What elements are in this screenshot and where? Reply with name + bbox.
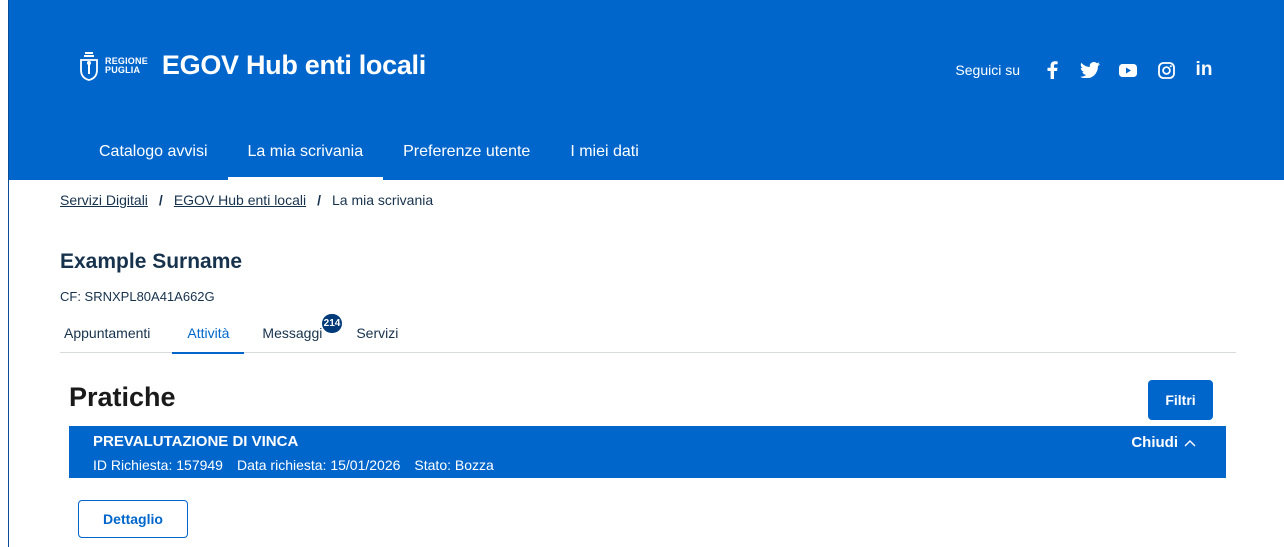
main-nav: Catalogo avvisi La mia scrivania Prefere… [79,124,659,180]
facebook-icon[interactable] [1042,60,1062,80]
linkedin-icon[interactable]: in [1194,60,1214,80]
chevron-up-icon [1184,439,1196,447]
breadcrumb-item-servizi-digitali[interactable]: Servizi Digitali [60,192,148,208]
tab-bar: Appuntamenti Attività Messaggi 214 Servi… [60,314,1236,354]
youtube-icon[interactable] [1118,60,1138,80]
region-crest-icon [79,51,99,81]
twitter-icon[interactable] [1080,60,1100,80]
breadcrumb-separator: / [317,192,321,208]
breadcrumb-separator: / [158,192,163,208]
practice-status: Stato: Bozza [414,457,494,473]
section-title: Pratiche [69,382,176,412]
brand[interactable]: REGIONE PUGLIA EGOV Hub enti locali [79,50,426,81]
site-header: REGIONE PUGLIA EGOV Hub enti locali Segu… [9,0,1284,180]
collapse-label: Chiudi [1131,434,1178,451]
tab-attivita[interactable]: Attività [172,314,245,354]
practice-meta: ID Richiesta: 157949 Data richiesta: 15/… [93,457,494,473]
practice-card-header[interactable]: PREVALUTAZIONE DI VINCA ID Richiesta: 15… [69,426,1226,478]
linkedin-text: in [1195,59,1213,80]
fiscal-code: CF: SRNXPL80A41A662G [60,289,215,304]
filter-button[interactable]: Filtri [1148,380,1213,420]
practice-id: ID Richiesta: 157949 [93,457,223,473]
tab-messaggi-label: Messaggi [262,325,323,341]
detail-button[interactable]: Dettaglio [78,500,188,538]
messages-count-badge: 214 [321,314,343,333]
nav-item-i-miei-dati[interactable]: I miei dati [550,124,658,180]
region-line2: PUGLIA [105,64,141,75]
breadcrumb-item-egov-hub[interactable]: EGOV Hub enti locali [174,192,306,208]
tab-servizi[interactable]: Servizi [352,314,402,353]
user-name: Example Surname [60,250,243,273]
practice-date: Data richiesta: 15/01/2026 [236,457,401,473]
nav-item-preferenze-utente[interactable]: Preferenze utente [383,124,550,180]
collapse-toggle[interactable]: Chiudi [1131,434,1196,451]
tab-messaggi[interactable]: Messaggi 214 [258,314,343,353]
window-edge [0,0,9,547]
breadcrumb: Servizi Digitali / EGOV Hub enti locali … [60,192,433,208]
tab-appuntamenti[interactable]: Appuntamenti [60,314,154,353]
nav-item-la-mia-scrivania[interactable]: La mia scrivania [227,124,384,180]
nav-item-catalogo-avvisi[interactable]: Catalogo avvisi [79,124,228,180]
region-logo-text: REGIONE PUGLIA [105,56,148,75]
breadcrumb-item-current: La mia scrivania [332,192,434,208]
social-links: Seguici su in [955,60,1214,80]
social-label: Seguici su [955,62,1020,78]
app-title[interactable]: EGOV Hub enti locali [162,50,426,81]
practice-title: PREVALUTAZIONE DI VINCA [93,433,299,450]
instagram-icon[interactable] [1156,60,1176,80]
